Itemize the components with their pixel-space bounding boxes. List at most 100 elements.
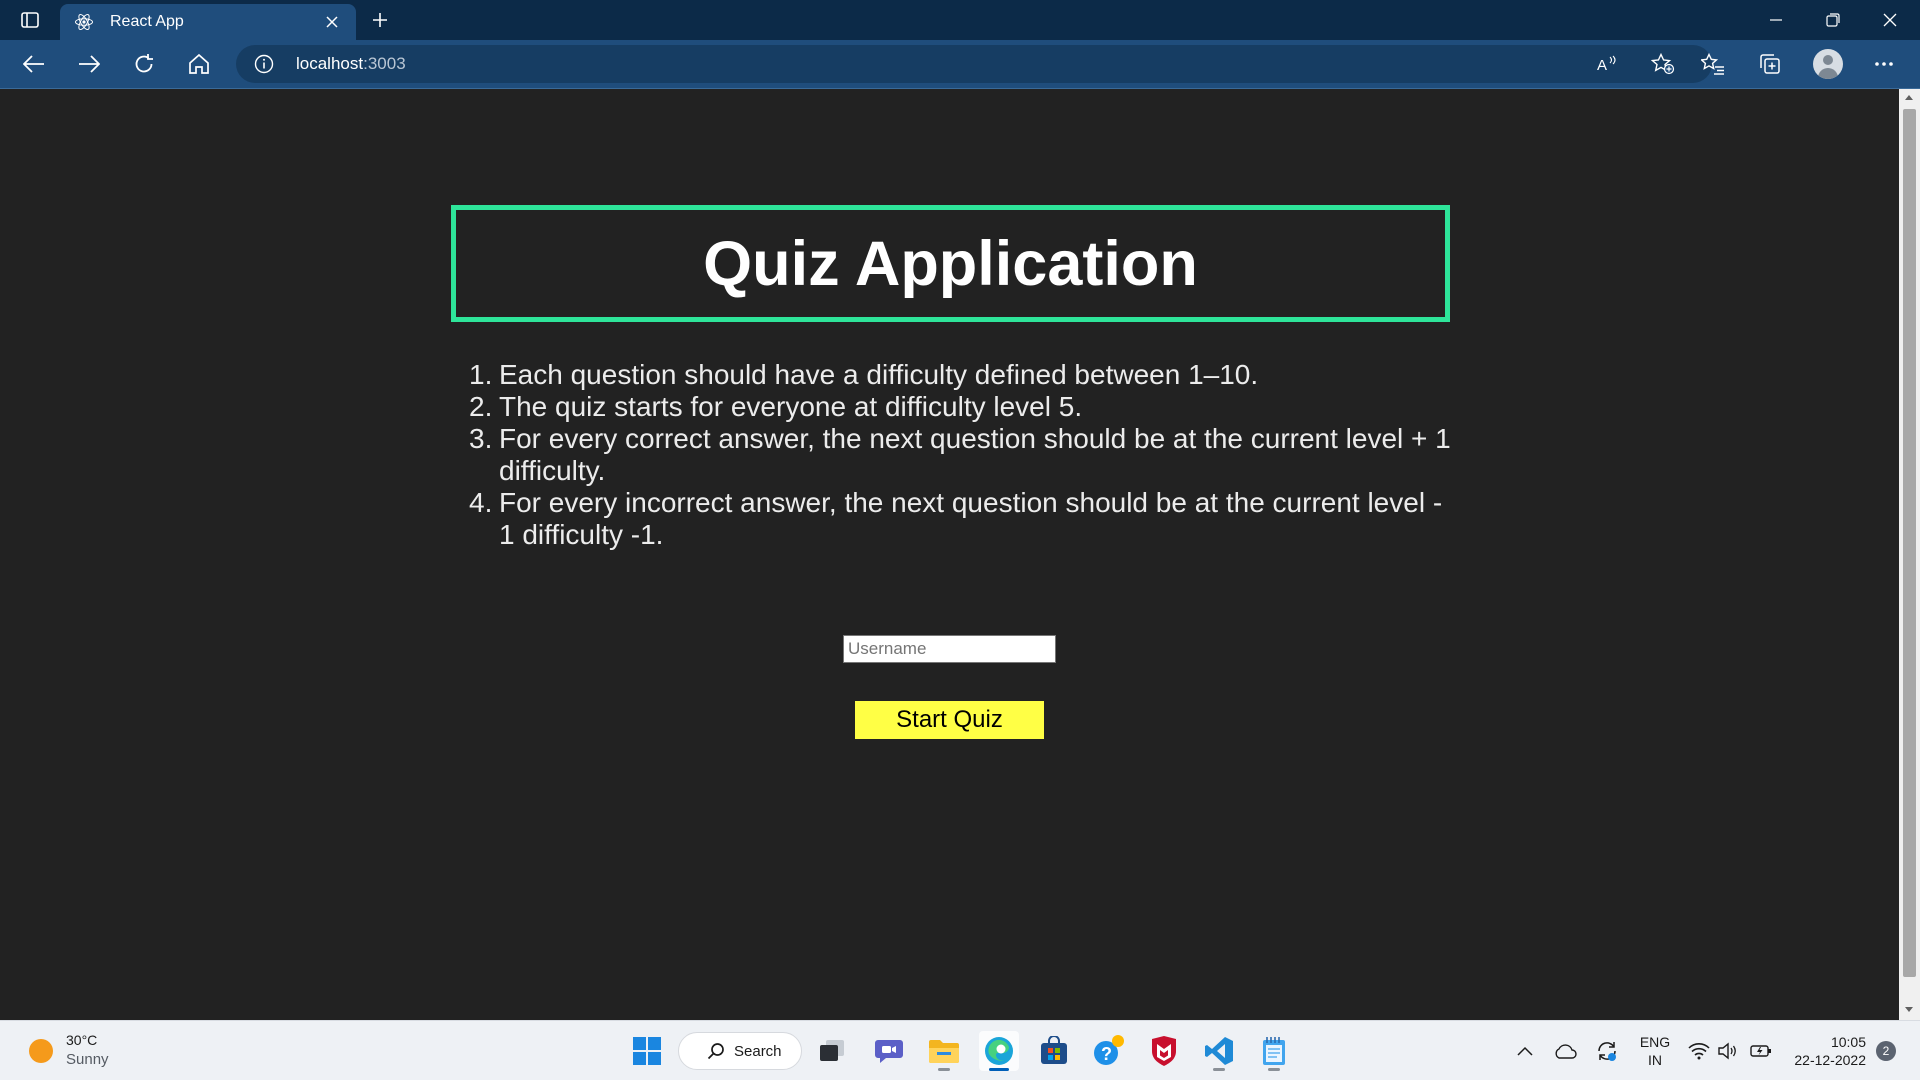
react-logo-icon bbox=[72, 10, 96, 34]
scroll-up-arrow-icon[interactable] bbox=[1905, 95, 1913, 100]
back-button[interactable] bbox=[14, 46, 54, 82]
clock-time: 10:05 bbox=[1830, 1034, 1866, 1050]
folder-icon bbox=[929, 1040, 959, 1063]
svg-text:A: A bbox=[1597, 57, 1607, 73]
notepad-icon bbox=[1263, 1037, 1285, 1065]
page-viewport: Quiz Application 1. Each question should … bbox=[0, 89, 1899, 1020]
arrow-right-icon bbox=[79, 55, 100, 73]
home-icon bbox=[189, 53, 209, 74]
address-bar[interactable]: localhost:3003 A bbox=[236, 45, 1712, 83]
plus-icon bbox=[373, 13, 387, 27]
region-code: IN bbox=[1648, 1052, 1662, 1068]
clock[interactable]: 10:05 22-12-2022 bbox=[1782, 1033, 1866, 1069]
windows-logo-icon bbox=[633, 1037, 661, 1065]
notepad-button[interactable] bbox=[1254, 1031, 1294, 1071]
running-indicator bbox=[938, 1068, 950, 1071]
arrow-left-icon bbox=[23, 55, 44, 73]
chevron-up-icon bbox=[1517, 1046, 1533, 1056]
new-tab-button[interactable] bbox=[364, 6, 396, 34]
rule-item: 3. For every correct answer, the next que… bbox=[462, 423, 1452, 487]
teams-chat-button[interactable] bbox=[869, 1031, 909, 1071]
onedrive-button[interactable] bbox=[1552, 1039, 1578, 1063]
rule-item: 2. The quiz starts for everyone at diffic… bbox=[462, 391, 1452, 423]
mcafee-button[interactable] bbox=[1144, 1031, 1184, 1071]
search-label: Search bbox=[734, 1042, 782, 1060]
read-aloud-icon[interactable]: A bbox=[1594, 52, 1620, 76]
wifi-button[interactable] bbox=[1686, 1039, 1712, 1063]
notification-badge[interactable]: 2 bbox=[1876, 1041, 1896, 1061]
minimize-button[interactable] bbox=[1748, 0, 1804, 40]
forward-button[interactable] bbox=[69, 46, 109, 82]
scroll-down-arrow-icon[interactable] bbox=[1905, 1007, 1913, 1012]
settings-more-button[interactable] bbox=[1864, 46, 1904, 82]
battery-charging-icon bbox=[1750, 1045, 1771, 1057]
rule-number: 4. bbox=[469, 487, 493, 518]
sun-icon[interactable] bbox=[29, 1039, 53, 1063]
weather-condition[interactable]: Sunny bbox=[66, 1051, 109, 1068]
active-indicator bbox=[989, 1068, 1009, 1071]
edge-icon bbox=[985, 1037, 1013, 1065]
restore-button[interactable] bbox=[1805, 0, 1861, 40]
volume-button[interactable] bbox=[1715, 1039, 1741, 1063]
rule-number: 3. bbox=[469, 423, 493, 454]
edge-browser-button[interactable] bbox=[979, 1031, 1019, 1071]
sync-button[interactable] bbox=[1594, 1039, 1620, 1063]
rule-item: 1. Each question should have a difficulty… bbox=[462, 359, 1452, 391]
task-view-button[interactable] bbox=[812, 1031, 852, 1071]
input-language[interactable]: ENG IN bbox=[1637, 1033, 1673, 1069]
title-box: Quiz Application bbox=[451, 205, 1450, 322]
rule-text: The quiz starts for everyone at difficul… bbox=[499, 391, 1083, 422]
close-icon bbox=[1883, 13, 1897, 27]
speaker-icon bbox=[1718, 1042, 1736, 1060]
rules-list: 1. Each question should have a difficulty… bbox=[462, 359, 1452, 551]
tab-actions-icon bbox=[21, 12, 39, 28]
tab-actions-button[interactable] bbox=[10, 6, 50, 34]
add-favorite-icon[interactable] bbox=[1650, 52, 1676, 76]
vs-code-button[interactable] bbox=[1199, 1031, 1239, 1071]
url-host: localhost bbox=[296, 54, 364, 73]
close-window-button[interactable] bbox=[1862, 0, 1918, 40]
rule-text: Each question should have a difficulty d… bbox=[499, 359, 1259, 390]
site-info-icon[interactable] bbox=[254, 54, 274, 74]
weather-temperature[interactable]: 30°C bbox=[66, 1032, 97, 1048]
rule-text: For every incorrect answer, the next que… bbox=[499, 487, 1443, 550]
more-dots-icon bbox=[1875, 62, 1893, 66]
microsoft-store-button[interactable] bbox=[1034, 1031, 1074, 1071]
get-help-button[interactable]: ? bbox=[1089, 1031, 1129, 1071]
profile-avatar[interactable] bbox=[1813, 49, 1843, 79]
taskbar-search[interactable]: Search bbox=[678, 1032, 802, 1070]
username-input[interactable] bbox=[843, 635, 1056, 663]
chat-icon bbox=[875, 1040, 903, 1063]
url-text[interactable]: localhost:3003 bbox=[296, 54, 406, 74]
home-button[interactable] bbox=[179, 46, 219, 82]
favorites-icon bbox=[1701, 53, 1724, 75]
collections-button[interactable] bbox=[1750, 46, 1790, 82]
running-indicator bbox=[1213, 1068, 1225, 1071]
favorites-button[interactable] bbox=[1693, 46, 1733, 82]
start-button[interactable] bbox=[627, 1031, 667, 1071]
cloud-icon bbox=[1555, 1044, 1577, 1059]
help-icon: ? bbox=[1094, 1035, 1124, 1065]
refresh-icon bbox=[135, 54, 153, 73]
avatar-body bbox=[1818, 68, 1838, 79]
scrollbar-thumb[interactable] bbox=[1903, 109, 1916, 977]
close-tab-icon[interactable] bbox=[320, 10, 344, 34]
battery-button[interactable] bbox=[1748, 1039, 1774, 1063]
tab-react-app[interactable]: React App bbox=[60, 4, 356, 40]
refresh-button[interactable] bbox=[124, 46, 164, 82]
task-view-icon bbox=[820, 1040, 844, 1061]
svg-text:?: ? bbox=[1101, 1044, 1112, 1064]
file-explorer-button[interactable] bbox=[924, 1031, 964, 1071]
sync-icon bbox=[1598, 1042, 1616, 1061]
show-hidden-icons-button[interactable] bbox=[1512, 1039, 1538, 1063]
minimize-icon bbox=[1770, 19, 1782, 21]
clock-date: 22-12-2022 bbox=[1794, 1052, 1866, 1068]
page-scrollbar[interactable] bbox=[1899, 89, 1920, 1020]
language-code: ENG bbox=[1639, 1034, 1671, 1050]
running-indicator bbox=[1268, 1068, 1280, 1071]
search-icon bbox=[707, 1043, 724, 1060]
rule-text: For every correct answer, the next quest… bbox=[499, 423, 1451, 486]
start-quiz-button[interactable]: Start Quiz bbox=[855, 701, 1044, 739]
avatar-head bbox=[1823, 55, 1833, 65]
windows-taskbar: 30°C Sunny Search ? ENG IN 10:05 22-12-2… bbox=[0, 1020, 1920, 1080]
